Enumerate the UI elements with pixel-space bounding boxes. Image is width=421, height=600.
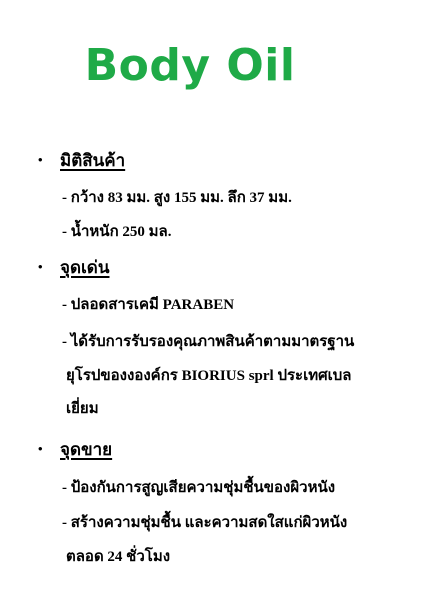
highlight-line-certified-cont: ยุโรปของงองค์กร BIORIUS sprl ประเทศเบล [66,368,352,384]
page-title: Body Oil [84,40,296,91]
section-heading-dimensions: • มิติสินค้า [38,149,125,172]
highlight-line-paraben: - ปลอดสารเคมี PARABEN [62,297,235,313]
selling-line-moisturize-cont: ตลอด 24 ชั่วโมง [66,549,171,565]
section-heading-text: มิติสินค้า [60,151,126,170]
document-page: Body Oil • มิติสินค้า - กว้าง 83 มม. สูง … [0,0,421,600]
highlight-line-certified-cont2: เยี่ยม [66,401,99,417]
spec-line-size: - กว้าง 83 มม. สูง 155 มม. ลึก 37 มม. [62,190,292,206]
bullet-icon: • [38,259,43,274]
bullet-icon: • [38,152,43,167]
section-heading-text: จุดเด่น [60,258,110,277]
section-heading-highlights: • จุดเด่น [38,256,109,279]
bullet-icon: • [38,441,43,456]
selling-line-moisturize: - สร้างความชุ่มชื้น และความสดใสแก่ผิวหนั… [62,515,348,531]
section-heading-text: จุดขาย [60,440,113,459]
highlight-line-certified: - ได้รับการรับรองคุณภาพสินค้าตามมาตรฐาน [62,334,355,350]
selling-line-moisture-loss: - ป้องกันการสูญเสียความชุ่มชื้นของผิวหนั… [62,480,336,496]
section-heading-selling-points: • จุดขาย [38,438,112,461]
spec-line-volume: - น้ำหนัก 250 มล. [62,224,172,240]
